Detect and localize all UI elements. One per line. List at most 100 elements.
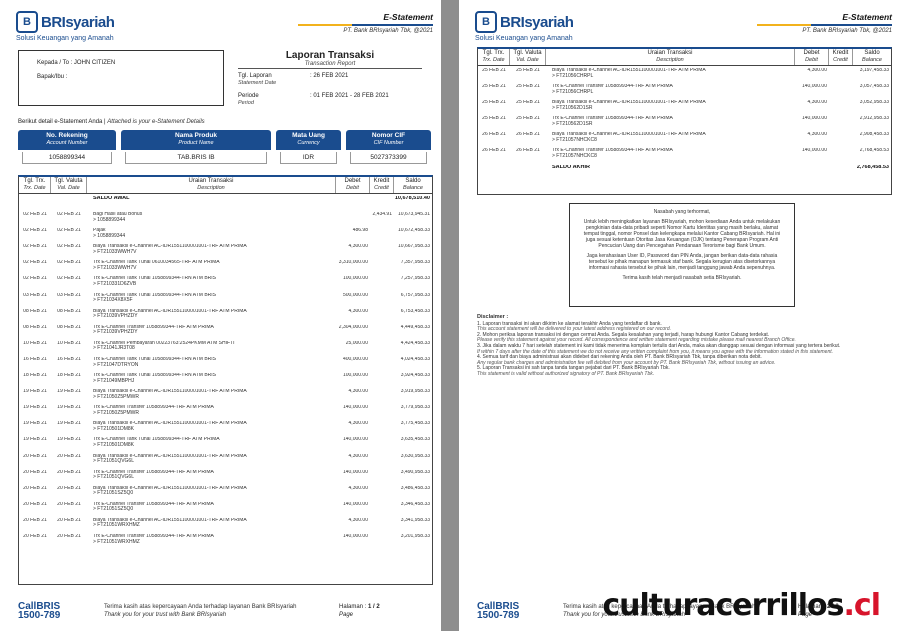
table-row: 02 FEB 21 02 FEB 21 Biaya Transaksi e-Chan… (19, 242, 432, 258)
statement-title: E-Statement (842, 12, 892, 22)
cell-value-date: 08 FEB 21 (57, 308, 81, 314)
cell-trx-date: 20 FEB 21 (23, 469, 47, 475)
cell-balance: 10,673,945.31 (398, 212, 430, 218)
cell-credit (370, 341, 394, 355)
table-row: 25 FEB 21 25 FEB 21 Trx E-Channel Transfer… (478, 82, 891, 98)
cell-credit (370, 454, 394, 468)
cell-description: Biaya Transaksi e-Channel AC-IDR15511000… (93, 453, 247, 465)
table-row: 02 FEB 21 02 FEB 21 Bagi Hasil atau Bonus >… (19, 210, 432, 226)
cell-debit: 4,300.00 (348, 517, 368, 523)
cell-value-date: 20 FEB 21 (57, 517, 81, 523)
statement-page-1: B BRIsyariah Solusi Keuangan yang Amanah… (0, 0, 441, 631)
cell-value-date (51, 196, 87, 210)
watermark: culturacerrillos.cl (602, 588, 881, 623)
cell-trx-date: 03 FEB 21 (23, 292, 47, 298)
cell-description: Trx E-Channel Transfer 1058899344-TRF AT… (93, 469, 214, 481)
cell-description: Trx E-Channel Transfer 1058899344-TRF AT… (93, 501, 214, 513)
cell-balance: 3,775,458.33 (400, 421, 430, 427)
cell-credit (370, 518, 394, 532)
cell-trx-date: 02 FEB 21 (23, 212, 47, 218)
cell-balance: 4,424,458.33 (400, 340, 430, 346)
cell-debit: 100,000.00 (342, 276, 368, 282)
cell-balance: 10,672,458.33 (398, 228, 430, 234)
cell-trx-date: 20 FEB 21 (23, 533, 47, 539)
page-number: Halaman : 1 / 2 Page (339, 604, 380, 618)
cell-trx-date: 20 FEB 21 (23, 517, 47, 523)
cell-value-date: 02 FEB 21 (57, 244, 81, 250)
cell-value-date: 02 FEB 21 (57, 276, 81, 282)
cell-credit (370, 196, 394, 210)
callbris-logo: CallBRIS 1500-789 (18, 601, 61, 621)
table-row: 26 FEB 21 26 FEB 21 Biaya Transaksi e-Chan… (478, 130, 891, 146)
notice-greeting: Nasabah yang terhormat, (653, 209, 711, 215)
cell-debit: 140,000.00 (801, 116, 827, 122)
cell-debit: 140,000.00 (801, 84, 827, 90)
product-name-box: Nama Produk Product Name TAB.BRIS IB (121, 130, 271, 166)
cell-trx-date: 20 FEB 21 (23, 501, 47, 507)
product-name: TAB.BRIS IB (125, 152, 267, 164)
cell-balance: 3,197,458.33 (859, 68, 889, 73)
period-label-en: Period (238, 100, 254, 106)
currency: IDR (280, 152, 337, 164)
cell-description: Trx E-Channel Transfer 1058899344-TRF AT… (552, 84, 673, 95)
header-divider (757, 24, 892, 26)
cell-trx-date: 16 FEB 21 (23, 356, 47, 362)
table-body: SALDO AWAL 10,678,510.40 02 FEB 21 02 FEB 2… (19, 194, 432, 548)
cell-description: Trx E-Channel Transfer 1058899344-TRF AT… (93, 324, 214, 336)
table-row: 08 FEB 21 08 FEB 21 Trx E-Channel Transfer… (19, 323, 432, 339)
table-row: 20 FEB 21 20 FEB 21 Biaya Transaksi e-Chan… (19, 484, 432, 500)
notice-paragraph: Jaga kerahasiaan User ID, Password dan P… (586, 253, 778, 271)
cell-value-date: 26 FEB 21 (516, 132, 540, 138)
cell-debit: 140,000.00 (342, 533, 368, 539)
cif-number: 5027373399 (350, 152, 427, 164)
table-row: 02 FEB 21 02 FEB 21 Trx E-Channel Tarik Tu… (19, 274, 432, 290)
cell-debit: 500,000.00 (342, 292, 368, 298)
bank-name: PT. Bank BRIsyariah Tbk, @2021 (343, 28, 433, 34)
table-row: 18 FEB 21 18 FEB 21 Trx E-Channel Tarik Tu… (19, 371, 432, 387)
table-row: 25 FEB 21 25 FEB 21 Trx E-Channel Transfer… (478, 114, 891, 130)
balance-row: SALDO AKHIR 2,768,458.53 (478, 163, 891, 179)
cell-trx-date: 19 FEB 21 (23, 389, 47, 395)
notice-paragraph: Untuk lebih meningkatkan layanan BRIsyar… (583, 219, 781, 249)
cell-debit (336, 212, 370, 226)
account-number: 1058899344 (22, 152, 112, 164)
cell-balance: 2,768,458.53 (859, 148, 889, 154)
cell-trx-date: 25 FEB 21 (482, 68, 506, 73)
cell-description: Biaya Transaksi e-Channel AC-IDR15511000… (552, 132, 706, 143)
cell-value-date: 19 FEB 21 (57, 421, 81, 427)
cell-credit (829, 148, 853, 162)
disclaimer: Disclaimer : 1. Laporan transaksi ini ak… (477, 314, 892, 378)
cell-description: Biaya Transaksi e-Channel AC-IDR15511000… (93, 421, 247, 432)
cell-debit (336, 196, 370, 210)
table-row: 20 FEB 21 20 FEB 21 Trx E-Channel Transfer… (19, 532, 432, 548)
table-header: Tgl. Trx. Trx. Date Tgl. Valuta Val. Date … (478, 49, 891, 66)
cell-debit (795, 165, 829, 179)
cell-debit: 4,300.00 (348, 453, 368, 459)
table-body: 25 FEB 21 25 FEB 21 Biaya Transaksi e-Chan… (478, 66, 891, 179)
cell-trx-date (19, 196, 51, 210)
statement-title: E-Statement (383, 12, 433, 22)
table-header: Tgl. Trx. Trx. Date Tgl. Valuta Val. Date … (19, 177, 432, 194)
salutation: Bapak/Ibu : (37, 74, 68, 80)
cell-value-date (510, 165, 546, 179)
cell-trx-date: 02 FEB 21 (23, 228, 47, 234)
cell-value-date: 25 FEB 21 (516, 84, 540, 90)
address-box: Kepada / To : JOHN CITIZEN Bapak/Ibu : (18, 50, 224, 106)
cell-debit: 4,300.00 (348, 244, 368, 250)
cell-debit: 100,000.00 (342, 373, 368, 379)
cell-description: Trx E-Channel Transfer 1058899344-TRF AT… (93, 405, 214, 416)
table-row: 16 FEB 21 16 FEB 21 Trx E-Channel Tarik Tu… (19, 355, 432, 371)
table-row: 25 FEB 21 25 FEB 21 Biaya Transaksi e-Chan… (478, 66, 891, 82)
cell-credit (370, 276, 394, 290)
cell-balance: 3,919,958.33 (400, 389, 430, 395)
logo-text: BRIsyariah (41, 13, 115, 31)
cell-trx-date: 26 FEB 21 (482, 148, 506, 154)
table-row: 25 FEB 21 25 FEB 21 Biaya Transaksi e-Chan… (478, 98, 891, 114)
statement-date-label-en: Statement Date (238, 80, 277, 86)
recipient-name: JOHN CITIZEN (73, 60, 116, 66)
cell-description: Trx E-Channel Transfer 1058899344-TRF AT… (552, 148, 673, 160)
cell-balance: 3,201,958.33 (400, 533, 430, 539)
cell-trx-date: 25 FEB 21 (482, 100, 506, 106)
cell-balance: 3,486,458.33 (400, 485, 430, 491)
cell-description: Trx E-Channel Tarik Tunai 1058899344-TRF… (93, 437, 220, 448)
